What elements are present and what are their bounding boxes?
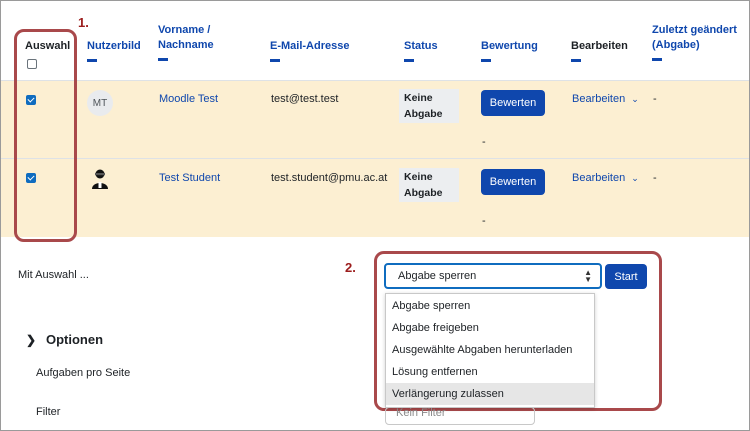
avatar: MT (87, 90, 113, 116)
chevron-down-icon: ⌄ (631, 173, 639, 183)
start-button[interactable]: Start (605, 264, 647, 289)
sort-dash-icon (652, 58, 662, 61)
header-grade-label[interactable]: Bewertung (481, 40, 538, 52)
header-name[interactable]: Vorname / Nachname (158, 23, 238, 61)
user-silhouette-icon (90, 168, 110, 190)
table-row (1, 80, 749, 158)
filter-select-value[interactable]: Kein Filter (396, 408, 446, 419)
edit-menu-label[interactable]: Bearbeiten (572, 172, 625, 184)
edit-menu-link[interactable]: Bearbeiten ⌄ (572, 172, 639, 184)
header-modified-label[interactable]: Zuletzt geändert (Abgabe) (652, 24, 737, 51)
user-email: test.student@pmu.ac.at (271, 172, 388, 184)
annotation-highlight-box (14, 29, 77, 242)
header-email-label[interactable]: E-Mail-Adresse (270, 40, 349, 52)
bulk-action-select[interactable]: Abgabe sperren ▲ ▼ (384, 263, 602, 289)
user-name-link[interactable]: Test Student (159, 172, 220, 184)
filter-select[interactable]: Kein Filter (385, 407, 535, 425)
table-row (1, 159, 749, 237)
header-grade[interactable]: Bewertung (481, 39, 538, 62)
user-name-link[interactable]: Moodle Test (159, 93, 218, 105)
header-edit: Bearbeiten (571, 39, 628, 62)
sort-dash-icon (571, 59, 581, 62)
last-modified: - (653, 172, 657, 184)
sort-dash-icon (158, 58, 168, 61)
assignment-grading-page: Auswahl Nutzerbild Vorname / Nachname E-… (0, 0, 750, 431)
bulk-action-dropdown: Abgabe sperren Abgabe freigeben Ausgewäh… (385, 293, 595, 408)
last-modified: - (653, 93, 657, 105)
header-status-label[interactable]: Status (404, 40, 438, 52)
sort-dash-icon (404, 59, 414, 62)
annotation-step-1: 1. (78, 15, 89, 30)
grade-value: - (482, 136, 486, 148)
grade-button[interactable]: Bewerten (481, 90, 545, 116)
status-badge: Keine Abgabe (399, 89, 459, 123)
header-picture-label[interactable]: Nutzerbild (87, 40, 141, 52)
chevron-down-icon[interactable]: ❯ (26, 333, 36, 347)
header-status[interactable]: Status (404, 39, 438, 62)
bulk-action-selected-value[interactable]: Abgabe sperren (398, 270, 476, 282)
bulk-action-label: Mit Auswahl ... (18, 269, 89, 281)
header-picture[interactable]: Nutzerbild (87, 39, 141, 62)
annotation-step-2: 2. (345, 260, 356, 275)
dropdown-option[interactable]: Verlängerung zulassen (386, 383, 594, 405)
avatar-initials: MT (92, 97, 108, 109)
row-divider (1, 80, 749, 81)
options-section-title[interactable]: Optionen (46, 332, 103, 347)
dropdown-option[interactable]: Abgabe freigeben (386, 317, 594, 339)
edit-menu-label[interactable]: Bearbeiten (572, 93, 625, 105)
row-divider (1, 158, 749, 159)
grade-button[interactable]: Bewerten (481, 169, 545, 195)
header-name-label[interactable]: Vorname / Nachname (158, 24, 214, 51)
grade-value: - (482, 215, 486, 227)
sort-dash-icon (87, 59, 97, 62)
edit-menu-link[interactable]: Bearbeiten ⌄ (572, 93, 639, 105)
chevron-down-icon: ⌄ (631, 94, 639, 104)
dropdown-option[interactable]: Ausgewählte Abgaben herunterladen (386, 339, 594, 361)
user-email: test@test.test (271, 93, 339, 105)
dropdown-option[interactable]: Abgabe sperren (386, 295, 594, 317)
header-modified[interactable]: Zuletzt geändert (Abgabe) (652, 23, 749, 61)
header-email[interactable]: E-Mail-Adresse (270, 39, 349, 62)
header-edit-label: Bearbeiten (571, 40, 628, 52)
per-page-label: Aufgaben pro Seite (36, 367, 131, 379)
sort-dash-icon (270, 59, 280, 62)
filter-label: Filter (36, 406, 61, 418)
sort-dash-icon (481, 59, 491, 62)
dropdown-option[interactable]: Lösung entfernen (386, 361, 594, 383)
status-badge: Keine Abgabe (399, 168, 459, 202)
select-arrows-icon: ▲ ▼ (584, 268, 592, 284)
